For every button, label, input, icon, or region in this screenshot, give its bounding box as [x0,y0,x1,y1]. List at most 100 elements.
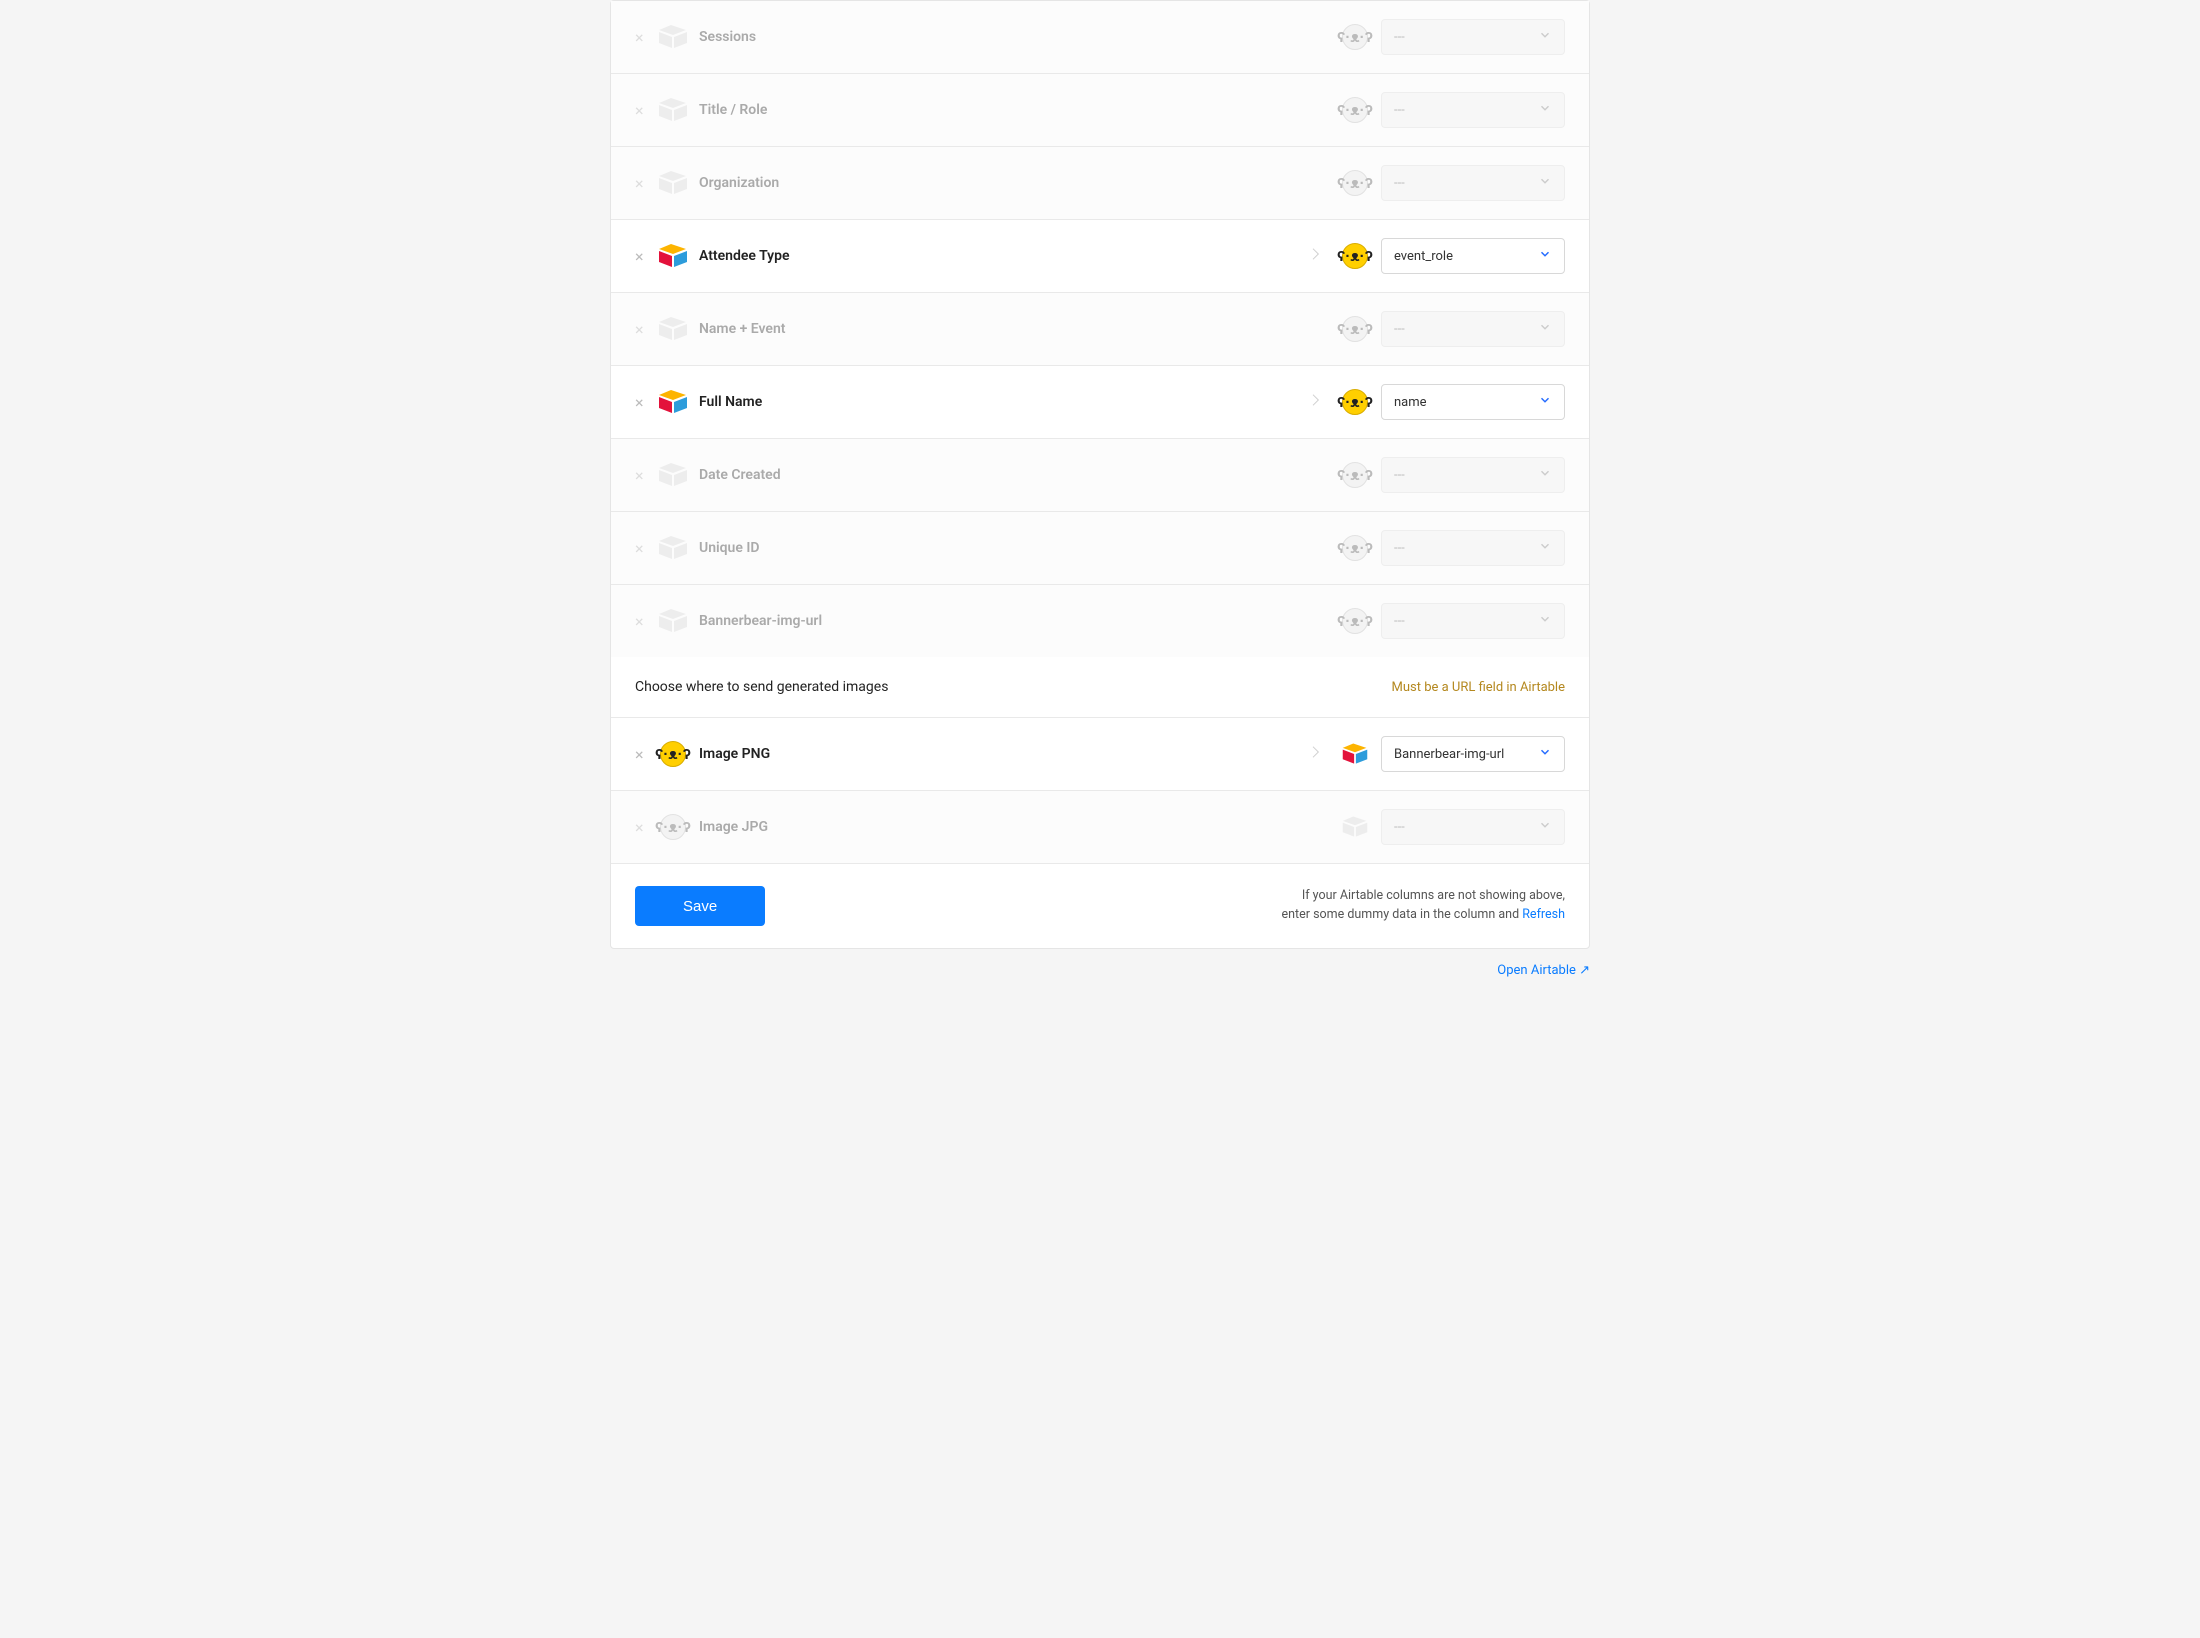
field-label: Attendee Type [699,248,1295,264]
chevron-down-icon [1538,101,1552,119]
mapping-row: × Unique ID ʕ·ᴥ·ʔ --- [611,512,1589,585]
select-value: --- [1394,541,1405,556]
select-value: --- [1394,322,1405,337]
bannerbear-dest-icon: ʕ·ᴥ·ʔ [1341,461,1369,489]
refresh-link[interactable]: Refresh [1522,907,1565,922]
mapping-row: × Bannerbear-img-url ʕ·ᴥ·ʔ --- [611,585,1589,657]
arrow-right-icon [1295,243,1335,269]
bannerbear-icon: ʕ·ᴥ·ʔ [1342,608,1368,634]
clear-mapping-icon: × [635,320,653,339]
mapping-select[interactable]: --- [1381,457,1565,493]
field-label: Sessions [699,29,1295,45]
bannerbear-icon: ʕ·ᴥ·ʔ [1342,170,1368,196]
bannerbear-icon: ʕ·ᴥ·ʔ [1342,389,1368,415]
bannerbear-icon: ʕ·ᴥ·ʔ [1342,462,1368,488]
bannerbear-dest-icon: ʕ·ᴥ·ʔ [1341,388,1369,416]
bannerbear-dest-icon: ʕ·ᴥ·ʔ [1341,315,1369,343]
bannerbear-dest-icon: ʕ·ᴥ·ʔ [1341,96,1369,124]
helper-text: If your Airtable columns are not showing… [1281,887,1565,925]
mapping-row: × Full Name ʕ·ᴥ·ʔ name [611,366,1589,439]
mapping-row: × Date Created ʕ·ᴥ·ʔ --- [611,439,1589,512]
destination-section-header: Choose where to send generated images Mu… [611,657,1589,718]
select-value: --- [1394,30,1405,45]
field-label: Bannerbear-img-url [699,613,1295,629]
bannerbear-dest-icon: ʕ·ᴥ·ʔ [1341,23,1369,51]
mapping-row: × Sessions ʕ·ᴥ·ʔ --- [611,1,1589,74]
arrow-right-icon [1295,389,1335,415]
airtable-icon [657,605,689,637]
clear-mapping-icon[interactable]: × [635,247,653,266]
mapping-select[interactable]: --- [1381,92,1565,128]
bannerbear-icon: ʕ·ᴥ·ʔ [1342,535,1368,561]
clear-mapping-icon[interactable]: × [635,393,653,412]
mapping-row: × Title / Role ʕ·ᴥ·ʔ --- [611,74,1589,147]
chevron-down-icon [1538,320,1552,338]
chevron-down-icon [1538,612,1552,630]
airtable-dest-icon [1341,740,1369,768]
chevron-down-icon [1538,466,1552,484]
mapping-select[interactable]: --- [1381,311,1565,347]
clear-mapping-icon[interactable]: × [635,745,653,764]
select-value: --- [1394,176,1405,191]
clear-mapping-icon: × [635,101,653,120]
bannerbear-dest-icon: ʕ·ᴥ·ʔ [1341,242,1369,270]
bannerbear-dest-icon: ʕ·ᴥ·ʔ [1341,607,1369,635]
select-value: Bannerbear-img-url [1394,747,1504,762]
select-value: --- [1394,614,1405,629]
field-label: Full Name [699,394,1295,410]
mapping-select[interactable]: --- [1381,19,1565,55]
mapping-select[interactable]: event_role [1381,238,1565,274]
mapping-select[interactable]: --- [1381,530,1565,566]
field-label: Unique ID [699,540,1295,556]
chevron-down-icon [1538,818,1552,836]
field-label: Image JPG [699,819,1295,835]
clear-mapping-icon: × [635,174,653,193]
clear-mapping-icon: × [635,539,653,558]
section-title: Choose where to send generated images [635,679,888,695]
chevron-down-icon [1538,28,1552,46]
bannerbear-icon: ʕ·ᴥ·ʔ [1342,316,1368,342]
clear-mapping-icon: × [635,818,653,837]
chevron-down-icon [1538,393,1552,411]
chevron-down-icon [1538,174,1552,192]
airtable-dest-icon [1341,813,1369,841]
airtable-icon [657,386,689,418]
select-value: --- [1394,820,1405,835]
mapping-select[interactable]: --- [1381,165,1565,201]
airtable-icon [657,459,689,491]
bannerbear-source-icon: ʕ·ᴥ·ʔ [657,738,689,770]
save-button[interactable]: Save [635,886,765,926]
bannerbear-dest-icon: ʕ·ᴥ·ʔ [1341,169,1369,197]
mapping-select[interactable]: name [1381,384,1565,420]
destination-row: × ʕ·ᴥ·ʔ Image JPG --- [611,791,1589,863]
airtable-icon [657,532,689,564]
section-hint: Must be a URL field in Airtable [1391,680,1565,695]
chevron-down-icon [1538,745,1552,763]
field-label: Title / Role [699,102,1295,118]
mapping-select[interactable]: --- [1381,603,1565,639]
clear-mapping-icon: × [635,612,653,631]
destination-row: × ʕ·ᴥ·ʔ Image PNG Bannerbear-img-url [611,718,1589,791]
bannerbear-icon: ʕ·ᴥ·ʔ [660,814,686,840]
destination-select[interactable]: --- [1381,809,1565,845]
bannerbear-icon: ʕ·ᴥ·ʔ [660,741,686,767]
footer: Save If your Airtable columns are not sh… [611,863,1589,948]
field-label: Name + Event [699,321,1295,337]
bannerbear-dest-icon: ʕ·ᴥ·ʔ [1341,534,1369,562]
airtable-icon [657,94,689,126]
airtable-icon [657,313,689,345]
bannerbear-icon: ʕ·ᴥ·ʔ [1342,24,1368,50]
chevron-down-icon [1538,247,1552,265]
destination-select[interactable]: Bannerbear-img-url [1381,736,1565,772]
select-value: --- [1394,103,1405,118]
chevron-down-icon [1538,539,1552,557]
mapping-row: × Organization ʕ·ᴥ·ʔ --- [611,147,1589,220]
open-airtable-link[interactable]: Open Airtable ↗ [1497,963,1590,978]
clear-mapping-icon: × [635,466,653,485]
airtable-icon [657,21,689,53]
mapping-card: × Sessions ʕ·ᴥ·ʔ --- × Title / Role ʕ·ᴥ·… [610,0,1590,949]
select-value: name [1394,395,1427,410]
select-value: --- [1394,468,1405,483]
mapping-row: × Name + Event ʕ·ᴥ·ʔ --- [611,293,1589,366]
field-label: Organization [699,175,1295,191]
